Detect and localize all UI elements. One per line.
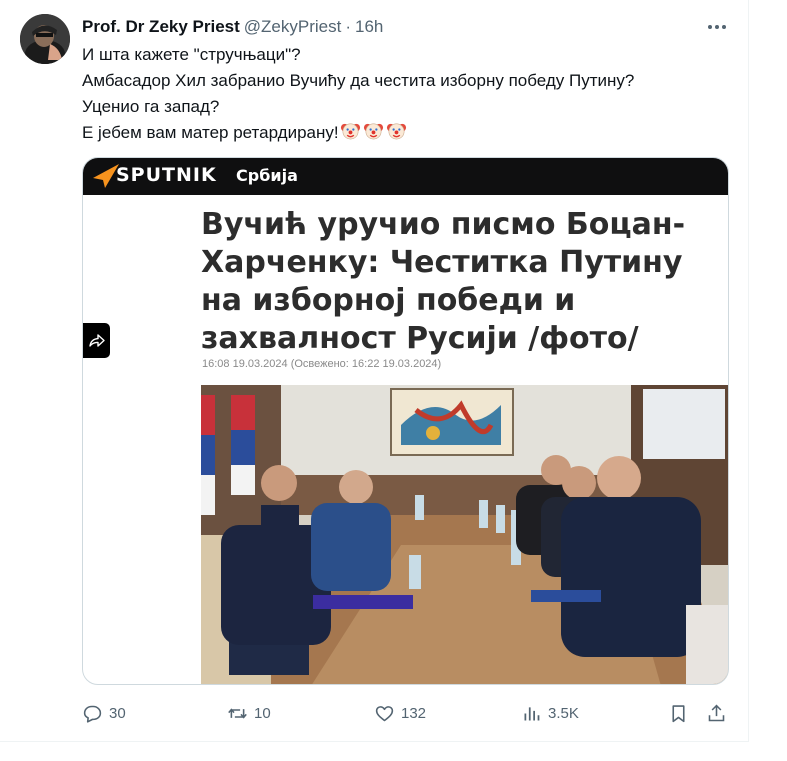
views-count: 3.5K xyxy=(548,704,579,722)
article-dateline: 16:08 19.03.2024 (Освежено: 16:22 19.03.… xyxy=(202,358,442,370)
tweet-line: Амбасадор Хил забранио Вучићу да честита… xyxy=(82,71,635,90)
tweet-line: Уценио га запад? xyxy=(82,97,220,116)
tweet-line-with-emoji: Е јебем вам матер ретардирану! xyxy=(82,120,742,146)
share-button[interactable] xyxy=(706,700,727,726)
share-icon xyxy=(708,704,725,721)
media-card[interactable]: SPUTNIK Србија Вучић уручио писмо Боцан-… xyxy=(82,157,729,685)
article-screenshot: SPUTNIK Србија Вучић уручио писмо Боцан-… xyxy=(83,158,728,684)
reply-icon xyxy=(83,705,102,723)
tweet[interactable]: Prof. Dr Zeky Priest @ZekyPriest · 16h И… xyxy=(0,0,749,742)
tweet-header: Prof. Dr Zeky Priest @ZekyPriest · 16h xyxy=(82,15,383,39)
clown-face-icon xyxy=(386,123,406,140)
sputnik-header-bar: SPUTNIK Србија xyxy=(83,158,728,195)
author-name[interactable]: Prof. Dr Zeky Priest xyxy=(82,17,240,37)
like-icon xyxy=(375,705,394,721)
repost-count: 10 xyxy=(254,704,271,722)
sputnik-brand: SPUTNIK xyxy=(116,164,217,186)
separator: · xyxy=(345,17,352,36)
clown-face-icon xyxy=(340,123,360,140)
article-headline: Вучић уручио писмо Боцан-Харченку: Чести… xyxy=(201,207,686,356)
bookmark-button[interactable] xyxy=(668,700,689,726)
reply-count: 30 xyxy=(109,704,126,722)
action-bar: 30 10 132 3.5K xyxy=(82,700,732,726)
article-photo xyxy=(201,385,728,684)
reply-button[interactable]: 30 xyxy=(82,700,126,726)
tweet-line: Е јебем вам матер ретардирану! xyxy=(82,123,339,142)
like-button[interactable]: 132 xyxy=(374,700,426,726)
like-count: 132 xyxy=(401,704,427,722)
clown-face-icon xyxy=(363,123,383,140)
bookmark-icon xyxy=(672,704,685,722)
more-icon[interactable] xyxy=(706,17,728,37)
views-icon xyxy=(524,706,540,720)
author-handle[interactable]: @ZekyPriest xyxy=(244,17,342,37)
repost-button[interactable]: 10 xyxy=(227,700,271,726)
timestamp[interactable]: 16h xyxy=(355,17,383,37)
share-arrow-icon[interactable] xyxy=(83,323,110,358)
sputnik-region: Србија xyxy=(236,166,298,185)
repost-icon xyxy=(228,707,247,719)
tweet-line: И шта кажете "стручњаци"? xyxy=(82,45,301,64)
clown-emojis xyxy=(340,120,407,141)
tweet-text: И шта кажете "стручњаци"? Амбасадор Хил … xyxy=(82,42,742,146)
views-button[interactable]: 3.5K xyxy=(521,700,579,726)
avatar[interactable] xyxy=(20,14,70,64)
